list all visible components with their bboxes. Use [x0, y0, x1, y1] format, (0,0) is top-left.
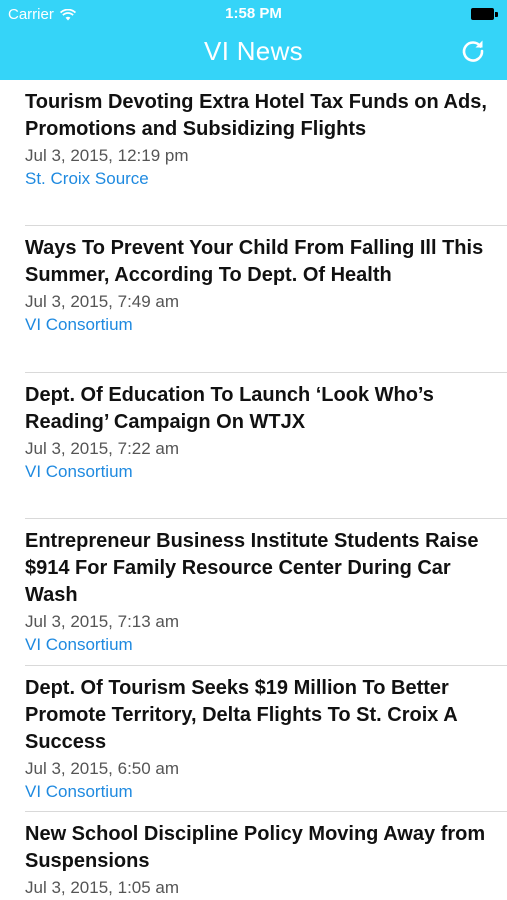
divider [25, 225, 507, 226]
news-item-date: Jul 3, 2015, 12:19 pm [25, 146, 189, 165]
news-item[interactable]: Tourism Devoting Extra Hotel Tax Funds o… [0, 89, 507, 190]
refresh-button[interactable] [459, 37, 487, 65]
divider [25, 372, 507, 373]
news-item-title: Tourism Devoting Extra Hotel Tax Funds o… [25, 91, 487, 140]
news-item-source[interactable]: VI Consortium [25, 781, 495, 803]
divider [25, 811, 507, 812]
divider [25, 665, 507, 666]
news-item[interactable]: Ways To Prevent Your Child From Falling … [0, 235, 507, 336]
news-item-date: Jul 3, 2015, 1:05 am [25, 878, 180, 897]
news-item-title: Entrepreneur Business Institute Students… [25, 530, 479, 606]
news-item-date: Jul 3, 2015, 7:22 am [25, 439, 180, 458]
news-item-source[interactable]: St. Croix Source [25, 168, 495, 190]
news-item[interactable]: Dept. Of Tourism Seeks $19 Million To Be… [0, 675, 507, 803]
news-item-title: Dept. Of Education To Launch ‘Look Who’s… [25, 384, 434, 433]
news-item-title: Ways To Prevent Your Child From Falling … [25, 237, 484, 286]
news-item-title: Dept. Of Tourism Seeks $19 Million To Be… [25, 677, 457, 753]
news-item-date: Jul 3, 2015, 7:13 am [25, 612, 180, 631]
news-item-source[interactable]: VI Consortium [25, 634, 495, 656]
news-item[interactable]: Entrepreneur Business Institute Students… [0, 528, 507, 656]
battery-icon [471, 8, 498, 20]
navigation-bar: Carrier 1:58 PM VI News [0, 0, 507, 80]
news-item-date: Jul 3, 2015, 6:50 am [25, 759, 180, 778]
refresh-icon [462, 40, 484, 62]
status-bar: Carrier 1:58 PM [0, 0, 507, 28]
status-time: 1:58 PM [225, 5, 282, 22]
news-item[interactable]: Dept. Of Education To Launch ‘Look Who’s… [0, 382, 507, 483]
news-item-title: New School Discipline Policy Moving Away… [25, 823, 486, 872]
news-item-source[interactable]: VI Consortium [25, 461, 495, 483]
news-item-source[interactable]: VI Consortium [25, 314, 495, 336]
news-item[interactable]: New School Discipline Policy Moving Away… [0, 821, 507, 900]
news-item-date: Jul 3, 2015, 7:49 am [25, 292, 180, 311]
page-title: VI News [204, 36, 303, 66]
divider [25, 518, 507, 519]
